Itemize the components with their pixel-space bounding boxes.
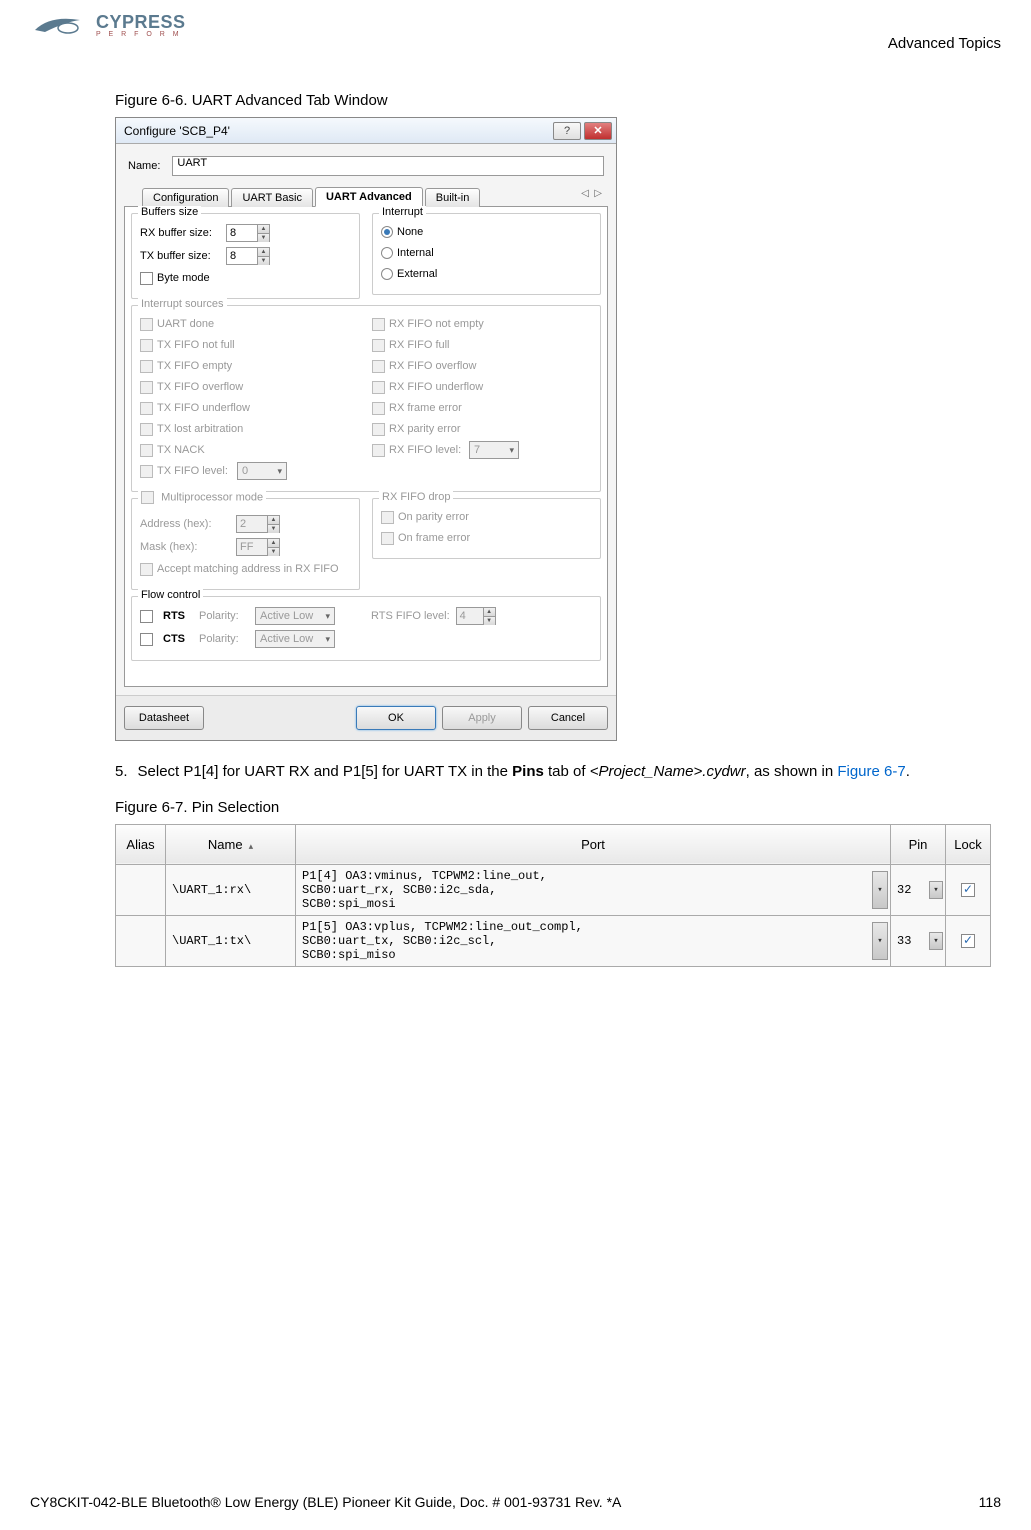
tx-overflow-checkbox bbox=[140, 381, 153, 394]
sort-icon[interactable]: ▴ bbox=[249, 841, 254, 851]
rx-not-empty-checkbox bbox=[372, 318, 385, 331]
datasheet-button[interactable]: Datasheet bbox=[124, 706, 204, 730]
tx-nack-checkbox bbox=[140, 444, 153, 457]
logo-brand-text: CYPRESS bbox=[96, 12, 186, 33]
doc-id: CY8CKIT-042-BLE Bluetooth® Low Energy (B… bbox=[30, 1494, 621, 1510]
uart-done-checkbox bbox=[140, 318, 153, 331]
apply-button[interactable]: Apply bbox=[442, 706, 522, 730]
pin-port-tx[interactable]: P1[5] OA3:vplus, TCPWM2:line_out_compl, … bbox=[296, 915, 891, 966]
interrupt-internal-radio[interactable] bbox=[381, 247, 393, 259]
interrupt-external-radio[interactable] bbox=[381, 268, 393, 280]
pin-name-tx: \UART_1:tx\ bbox=[166, 915, 296, 966]
close-button[interactable]: ✕ bbox=[584, 122, 612, 140]
rx-underflow-checkbox bbox=[372, 381, 385, 394]
rts-polarity-combo: Active Low bbox=[255, 607, 335, 625]
tx-buffer-spinner[interactable]: 8▲▼ bbox=[226, 247, 270, 265]
drop-parity-checkbox bbox=[381, 511, 394, 524]
tx-lost-arb-checkbox bbox=[140, 423, 153, 436]
multiprocessor-group: Multiprocessor mode Address (hex): 2▲▼ M… bbox=[131, 498, 360, 590]
flow-control-group: Flow control RTS Polarity: Active Low RT… bbox=[131, 596, 601, 661]
col-port[interactable]: Port bbox=[296, 824, 891, 864]
rx-buffer-label: RX buffer size: bbox=[140, 227, 220, 239]
pin-dropdown-icon[interactable]: ▾ bbox=[929, 932, 943, 950]
pin-num-rx[interactable]: 32 ▾ bbox=[891, 864, 946, 915]
port-dropdown-icon[interactable]: ▾ bbox=[872, 922, 888, 960]
logo: CYPRESS P E R F O R M bbox=[30, 10, 186, 40]
page-footer: CY8CKIT-042-BLE Bluetooth® Low Energy (B… bbox=[30, 1494, 1001, 1510]
rx-parity-err-checkbox bbox=[372, 423, 385, 436]
rx-fifo-drop-group: RX FIFO drop On parity error On frame er… bbox=[372, 498, 601, 559]
pin-name-rx: \UART_1:rx\ bbox=[166, 864, 296, 915]
name-label: Name: bbox=[128, 160, 160, 172]
sources-title: Interrupt sources bbox=[138, 298, 227, 310]
figure-6-7-caption: Figure 6-7. Pin Selection bbox=[115, 799, 991, 816]
figure-6-6-caption: Figure 6-6. UART Advanced Tab Window bbox=[115, 92, 991, 109]
accept-addr-checkbox bbox=[140, 563, 153, 576]
rx-frame-err-checkbox bbox=[372, 402, 385, 415]
interrupt-none-radio[interactable] bbox=[381, 226, 393, 238]
byte-mode-checkbox[interactable] bbox=[140, 272, 153, 285]
tab-uart-basic[interactable]: UART Basic bbox=[231, 188, 313, 207]
rts-checkbox[interactable] bbox=[140, 610, 153, 623]
col-alias[interactable]: Alias bbox=[116, 824, 166, 864]
interrupt-sources-group: Interrupt sources UART done TX FIFO not … bbox=[131, 305, 601, 492]
drop-frame-checkbox bbox=[381, 532, 394, 545]
tx-level-checkbox bbox=[140, 465, 153, 478]
help-button[interactable]: ? bbox=[553, 122, 581, 140]
interrupt-title: Interrupt bbox=[379, 206, 426, 218]
mask-spinner: FF▲▼ bbox=[236, 538, 280, 556]
col-lock[interactable]: Lock bbox=[946, 824, 991, 864]
col-name[interactable]: Name▴ bbox=[166, 824, 296, 864]
interrupt-group: Interrupt None Internal External bbox=[372, 213, 601, 295]
ok-button[interactable]: OK bbox=[356, 706, 436, 730]
configure-dialog: Configure 'SCB_P4' ? ✕ Name: UART Config… bbox=[115, 117, 617, 741]
dialog-title: Configure 'SCB_P4' bbox=[124, 124, 230, 138]
address-spinner: 2▲▼ bbox=[236, 515, 280, 533]
figure-6-7-link[interactable]: Figure 6-7 bbox=[837, 763, 905, 780]
lock-checkbox-tx[interactable] bbox=[961, 934, 975, 948]
tx-buffer-label: TX buffer size: bbox=[140, 250, 220, 262]
port-dropdown-icon[interactable]: ▾ bbox=[872, 871, 888, 909]
name-input[interactable]: UART bbox=[172, 156, 604, 176]
rts-level-spinner: 4▲▼ bbox=[456, 607, 496, 625]
pin-dropdown-icon[interactable]: ▾ bbox=[929, 881, 943, 899]
tab-uart-advanced[interactable]: UART Advanced bbox=[315, 187, 423, 207]
logo-tagline: P E R F O R M bbox=[96, 31, 186, 38]
buffers-title: Buffers size bbox=[138, 206, 201, 218]
pin-selection-table: Alias Name▴ Port Pin Lock \UART_1:rx\ P1… bbox=[115, 824, 991, 967]
tx-empty-checkbox bbox=[140, 360, 153, 373]
pin-num-tx[interactable]: 33 ▾ bbox=[891, 915, 946, 966]
multiprocessor-checkbox bbox=[141, 491, 154, 504]
pin-port-rx[interactable]: P1[4] OA3:vminus, TCPWM2:line_out, SCB0:… bbox=[296, 864, 891, 915]
byte-mode-label: Byte mode bbox=[157, 272, 210, 284]
tx-underflow-checkbox bbox=[140, 402, 153, 415]
rx-level-combo: 7 bbox=[469, 441, 519, 459]
page-header: CYPRESS P E R F O R M Advanced Topics bbox=[30, 10, 1001, 52]
tab-scroll-arrows[interactable]: ◁ ▷ bbox=[581, 188, 602, 199]
rx-full-checkbox bbox=[372, 339, 385, 352]
tx-not-full-checkbox bbox=[140, 339, 153, 352]
lock-checkbox-rx[interactable] bbox=[961, 883, 975, 897]
rx-overflow-checkbox bbox=[372, 360, 385, 373]
rx-buffer-spinner[interactable]: 8▲▼ bbox=[226, 224, 270, 242]
titlebar[interactable]: Configure 'SCB_P4' ? ✕ bbox=[116, 118, 616, 144]
tabs: Configuration UART Basic UART Advanced B… bbox=[124, 186, 608, 207]
table-row[interactable]: \UART_1:rx\ P1[4] OA3:vminus, TCPWM2:lin… bbox=[116, 864, 991, 915]
buffers-group: Buffers size RX buffer size: 8▲▼ TX buff… bbox=[131, 213, 360, 299]
table-row[interactable]: \UART_1:tx\ P1[5] OA3:vplus, TCPWM2:line… bbox=[116, 915, 991, 966]
cancel-button[interactable]: Cancel bbox=[528, 706, 608, 730]
rx-level-checkbox bbox=[372, 444, 385, 457]
section-title: Advanced Topics bbox=[888, 35, 1001, 52]
tab-configuration[interactable]: Configuration bbox=[142, 188, 229, 207]
tx-level-combo: 0 bbox=[237, 462, 287, 480]
cts-polarity-combo: Active Low bbox=[255, 630, 335, 648]
page-number: 118 bbox=[979, 1494, 1001, 1510]
step-5-text: 5. Select P1[4] for UART RX and P1[5] fo… bbox=[115, 761, 991, 784]
col-pin[interactable]: Pin bbox=[891, 824, 946, 864]
cts-checkbox[interactable] bbox=[140, 633, 153, 646]
tab-built-in[interactable]: Built-in bbox=[425, 188, 481, 207]
